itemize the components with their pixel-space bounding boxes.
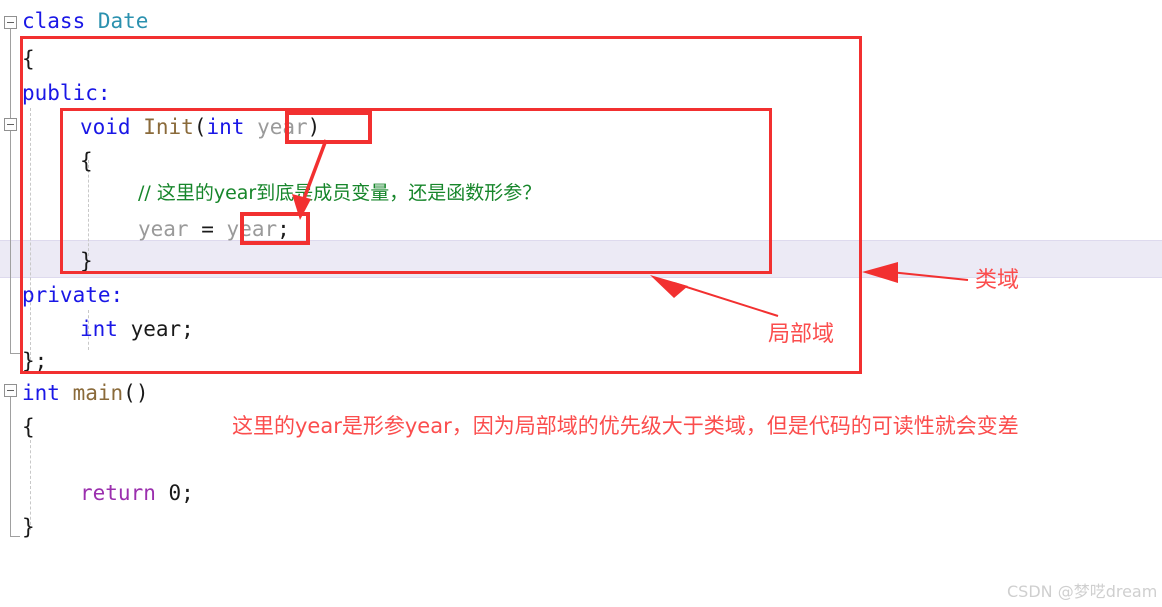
member-variable-year: year xyxy=(130,317,182,341)
paren-close: ) xyxy=(307,115,321,139)
fold-marker-main[interactable] xyxy=(4,384,17,397)
keyword-void: void xyxy=(80,115,131,139)
code-line-comment[interactable]: // 这里的year到底是成员变量，还是函数形参？ xyxy=(138,180,541,206)
keyword-int-param: int xyxy=(206,115,245,139)
code-line-method-close-brace[interactable]: } xyxy=(80,248,93,274)
current-line-highlight xyxy=(0,240,1162,278)
semicolon-member: ; xyxy=(181,317,194,341)
fold-marker-class-date[interactable] xyxy=(4,16,17,29)
assign-operator: = xyxy=(201,217,214,241)
code-line-public[interactable]: public: xyxy=(22,80,111,106)
code-line-class-open-brace[interactable]: { xyxy=(22,46,35,72)
code-line-main-close-brace[interactable]: } xyxy=(22,514,35,540)
indent-guide-method-body xyxy=(88,160,89,256)
code-line-class-close[interactable]: }; xyxy=(22,348,47,374)
semicolon-return: ; xyxy=(181,481,194,505)
keyword-public: public: xyxy=(22,81,111,105)
literal-zero: 0 xyxy=(168,481,182,505)
function-name-init: Init xyxy=(143,115,194,139)
code-line-member-year[interactable]: int year; xyxy=(80,316,194,342)
paren-open: ( xyxy=(193,115,207,139)
keyword-class: class xyxy=(22,9,86,33)
class-end-token: }; xyxy=(22,349,48,373)
fold-guide-class-date xyxy=(10,29,11,124)
assign-rhs-year: year xyxy=(226,217,278,241)
fold-foot-main xyxy=(10,536,20,537)
brace-close-main: } xyxy=(22,515,35,539)
code-line-class-date[interactable]: class Date xyxy=(22,8,148,34)
code-line-main-signature[interactable]: int main() xyxy=(22,380,148,406)
function-name-main: main xyxy=(72,381,124,405)
code-line-private[interactable]: private: xyxy=(22,282,123,308)
paren-open-main: ( xyxy=(123,381,136,405)
keyword-private: private: xyxy=(22,283,124,307)
fold-guide-init-method xyxy=(10,131,11,353)
parameter-year: year xyxy=(257,115,308,139)
keyword-int-main: int xyxy=(22,381,60,405)
code-line-main-open-brace[interactable]: { xyxy=(22,414,35,440)
brace-open: { xyxy=(22,47,35,71)
code-line-assignment[interactable]: year = year; xyxy=(138,216,290,242)
assign-lhs-year: year xyxy=(138,217,189,241)
fold-marker-init-method[interactable] xyxy=(4,118,17,131)
code-editor-surface[interactable]: class Date { public: void Init(int year)… xyxy=(0,0,1162,607)
type-name-date: Date xyxy=(97,9,149,33)
brace-open-main: { xyxy=(22,415,35,439)
brace-close-method: } xyxy=(80,249,93,273)
code-line-return[interactable]: return 0; xyxy=(80,480,194,506)
keyword-return: return xyxy=(80,481,156,505)
paren-close-main: ) xyxy=(135,381,149,405)
comment-text: // 这里的year到底是成员变量，还是函数形参？ xyxy=(138,182,542,204)
keyword-int-member: int xyxy=(80,317,118,341)
code-line-method-open-brace[interactable]: { xyxy=(80,148,93,174)
fold-foot-class-date xyxy=(10,353,20,354)
brace-open-method: { xyxy=(80,149,93,173)
indent-guide-class-body xyxy=(30,108,31,360)
semicolon-assign: ; xyxy=(277,217,290,241)
fold-guide-main xyxy=(10,397,11,536)
code-line-init-signature[interactable]: void Init(int year) xyxy=(80,114,320,140)
